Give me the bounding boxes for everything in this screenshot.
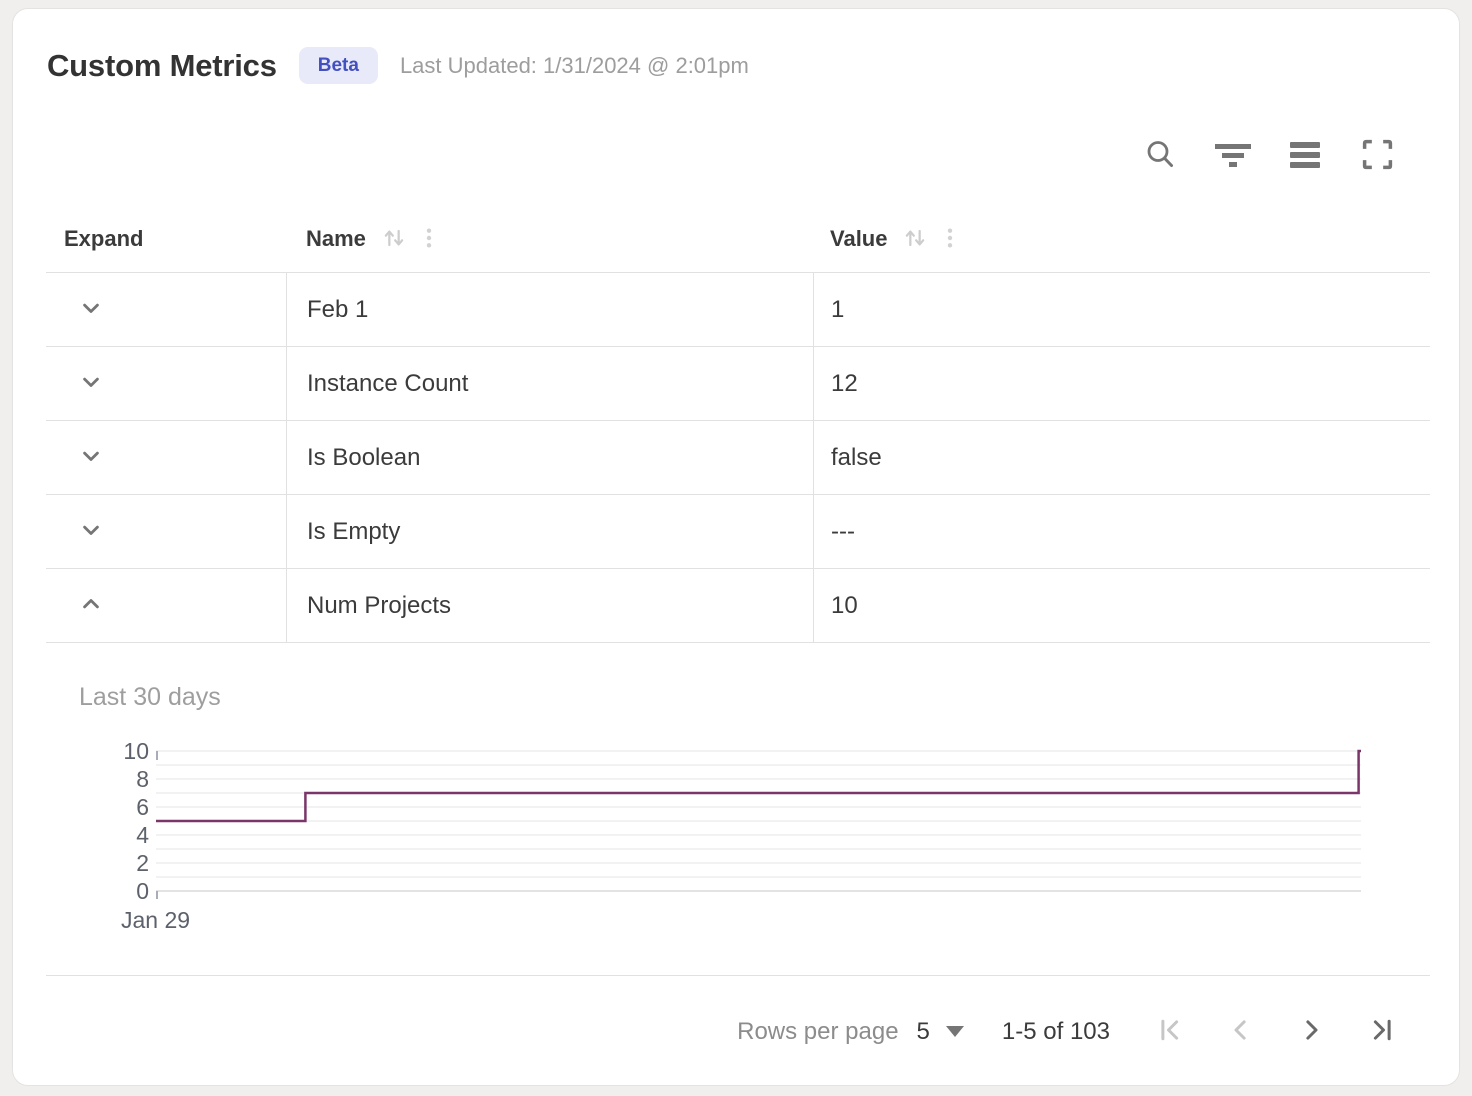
rows-per-page-select[interactable]: 5 [917, 1018, 964, 1046]
chevron-down-icon [77, 294, 105, 325]
column-menu-name-button[interactable] [418, 225, 440, 254]
column-label: Name [306, 226, 366, 252]
chevron-right-icon [1296, 1015, 1326, 1048]
sort-value-button[interactable] [901, 224, 929, 255]
expand-cell [46, 273, 286, 346]
pagination-nav [1156, 1017, 1396, 1047]
column-header-expand: Expand [46, 226, 286, 252]
search-button[interactable] [1139, 134, 1183, 178]
row-value: --- [813, 495, 1430, 568]
first-page-icon [1156, 1015, 1186, 1048]
table-body: Feb 1 1 Instance Count 12 [46, 273, 1430, 643]
filter-icon [1213, 139, 1253, 174]
table-row: Feb 1 1 [46, 273, 1430, 347]
table-row: Is Empty --- [46, 495, 1430, 569]
chevron-down-icon [77, 368, 105, 399]
caret-down-icon [946, 1026, 964, 1037]
search-icon [1144, 138, 1178, 175]
expand-cell [46, 347, 286, 420]
row-name: Is Empty [286, 495, 813, 568]
chevron-up-icon [77, 590, 105, 621]
sort-name-button[interactable] [380, 224, 408, 255]
row-name: Is Boolean [286, 421, 813, 494]
filter-button[interactable] [1211, 134, 1255, 178]
last-page-icon [1366, 1015, 1396, 1048]
expand-toggle[interactable] [73, 588, 109, 624]
expand-cell [46, 569, 286, 642]
column-label: Value [830, 226, 887, 252]
y-axis-tick-label: 2 [49, 850, 149, 876]
metrics-table: Expand Name [46, 206, 1430, 643]
chevron-down-icon [77, 516, 105, 547]
kebab-icon [418, 225, 440, 254]
row-value: 10 [813, 569, 1430, 642]
y-axis-tick-label: 6 [49, 794, 149, 820]
row-name: Num Projects [286, 569, 813, 642]
density-icon [1289, 139, 1321, 174]
table-row: Instance Count 12 [46, 347, 1430, 421]
pagination-footer: Rows per page 5 1-5 of 103 [46, 975, 1430, 1086]
row-name: Feb 1 [286, 273, 813, 346]
last-page-button[interactable] [1366, 1017, 1396, 1047]
table-toolbar [1139, 134, 1399, 178]
density-button[interactable] [1283, 134, 1327, 178]
expand-cell [46, 495, 286, 568]
expand-toggle[interactable] [73, 292, 109, 328]
fullscreen-icon [1361, 138, 1394, 174]
chevron-down-icon [77, 442, 105, 473]
chart-y-axis-labels: 0246810 [49, 751, 149, 891]
next-page-button[interactable] [1296, 1017, 1326, 1047]
num-projects-chart [156, 751, 1361, 901]
chevron-left-icon [1226, 1015, 1256, 1048]
column-menu-value-button[interactable] [939, 225, 961, 254]
column-label: Expand [64, 226, 143, 252]
fullscreen-button[interactable] [1355, 134, 1399, 178]
table-row: Is Boolean false [46, 421, 1430, 495]
table-header-row: Expand Name [46, 206, 1430, 273]
sort-arrows-icon [380, 224, 408, 255]
previous-page-button[interactable] [1226, 1017, 1256, 1047]
row-value: 12 [813, 347, 1430, 420]
expand-cell [46, 421, 286, 494]
column-header-name: Name [286, 224, 813, 255]
custom-metrics-card: Custom Metrics Beta Last Updated: 1/31/2… [12, 8, 1460, 1086]
chart-title: Last 30 days [79, 683, 221, 712]
card-header: Custom Metrics Beta Last Updated: 1/31/2… [47, 47, 749, 84]
y-axis-tick-label: 0 [49, 878, 149, 904]
rows-per-page-value: 5 [917, 1018, 930, 1046]
rows-per-page-label: Rows per page [737, 1018, 898, 1046]
last-updated-text: Last Updated: 1/31/2024 @ 2:01pm [400, 53, 749, 79]
row-name: Instance Count [286, 347, 813, 420]
first-page-button[interactable] [1156, 1017, 1186, 1047]
y-axis-tick-label: 4 [49, 822, 149, 848]
y-axis-tick-label: 10 [49, 738, 149, 764]
expand-toggle[interactable] [73, 440, 109, 476]
table-row: Num Projects 10 [46, 569, 1430, 643]
pagination-range: 1-5 of 103 [1002, 1018, 1110, 1046]
expand-toggle[interactable] [73, 366, 109, 402]
kebab-icon [939, 225, 961, 254]
row-value: false [813, 421, 1430, 494]
column-header-value: Value [813, 224, 1430, 255]
row-value: 1 [813, 273, 1430, 346]
y-axis-tick-label: 8 [49, 766, 149, 792]
page-title: Custom Metrics [47, 48, 277, 84]
chart-x-tick-label: Jan 29 [121, 907, 190, 934]
sort-arrows-icon [901, 224, 929, 255]
beta-badge: Beta [299, 47, 378, 84]
expand-toggle[interactable] [73, 514, 109, 550]
